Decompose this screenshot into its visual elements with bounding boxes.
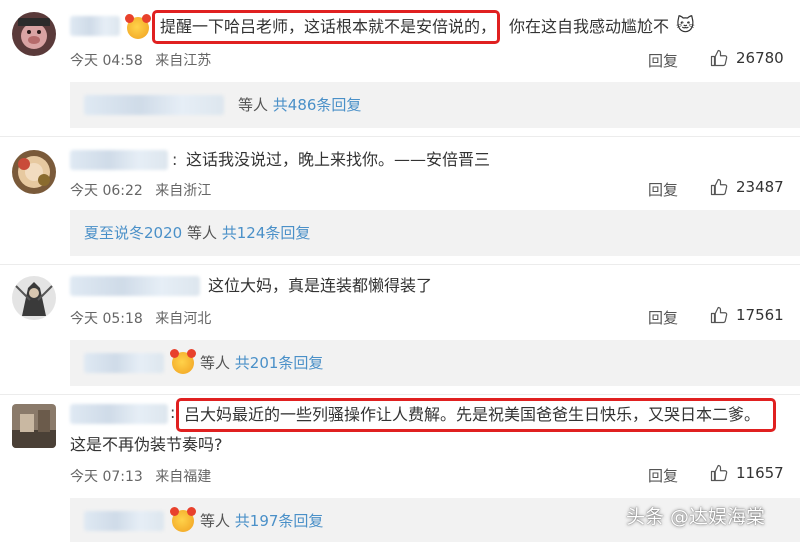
username-blurred: [84, 353, 164, 373]
comment-text-line2: 这是不再伪装节奏吗?: [70, 435, 223, 454]
replies-summary[interactable]: 等人 共486条回复: [70, 82, 800, 128]
username-blurred: [84, 95, 224, 115]
comment-time: 今天 05:18: [70, 311, 143, 327]
username-blurred[interactable]: [70, 16, 120, 36]
replies-others: 等人: [186, 224, 217, 242]
replies-summary[interactable]: 等人 共201条回复: [70, 340, 800, 386]
comment-meta: 今天 07:13 来自福建: [70, 466, 211, 486]
comment-text: 这话我没说过，晚上来找你。——安倍晋三: [186, 150, 491, 169]
reply-button[interactable]: 回复: [648, 465, 678, 486]
comment-text: 这位大妈，真是连装都懒得装了: [208, 276, 433, 295]
replies-count[interactable]: 共124条回复: [222, 224, 311, 242]
username-blurred: [84, 511, 164, 531]
replies-summary[interactable]: 夏至说冬2020 等人 共124条回复: [70, 210, 800, 256]
thumbs-up-icon: [710, 306, 728, 324]
comment-time: 今天 04:58: [70, 53, 143, 69]
like-count: 11657: [736, 464, 784, 482]
name-colon: :: [170, 403, 176, 422]
vip-badge-icon: [125, 14, 151, 39]
replies-others: 等人: [200, 512, 231, 530]
username-blurred[interactable]: [70, 150, 168, 170]
comment-text-highlighted: 提醒一下哈吕老师，这话根本就不是安倍说的，: [160, 17, 497, 36]
avatar[interactable]: [12, 276, 56, 320]
comment-location: 来自河北: [155, 311, 212, 327]
like-count: 26780: [736, 49, 784, 67]
divider: [0, 264, 800, 265]
replies-count[interactable]: 共486条回复: [273, 96, 362, 114]
replies-user[interactable]: 夏至说冬2020: [84, 224, 182, 242]
thumbs-up-icon: [710, 178, 728, 196]
comment-location: 来自浙江: [155, 183, 212, 199]
name-colon: :: [172, 150, 178, 169]
thumbs-up-icon: [710, 49, 728, 67]
vip-badge-icon: [170, 349, 196, 374]
comment-meta: 今天 04:58 来自江苏: [70, 50, 211, 70]
comment-time: 今天 06:22: [70, 183, 143, 199]
username-blurred[interactable]: [70, 276, 200, 296]
comment-meta: 今天 05:18 来自河北: [70, 308, 211, 328]
comment-time: 今天 07:13: [70, 469, 143, 485]
like-count: 17561: [736, 306, 784, 324]
comment-text: 你在这自我感动尴尬不: [509, 17, 670, 36]
like-count: 23487: [736, 178, 784, 196]
vip-badge-icon: [170, 507, 196, 532]
cat-emoji-icon: 🐱: [676, 15, 695, 36]
comment-location: 来自福建: [155, 469, 212, 485]
replies-others: 等人: [200, 354, 231, 372]
watermark: 头条 @达娱海棠: [626, 506, 766, 528]
replies-count[interactable]: 共197条回复: [235, 512, 324, 530]
reply-button[interactable]: 回复: [648, 50, 678, 71]
reply-button[interactable]: 回复: [648, 307, 678, 328]
reply-button[interactable]: 回复: [648, 179, 678, 200]
like-button[interactable]: 26780: [710, 49, 784, 67]
replies-others: 等人: [238, 96, 269, 114]
comment-location: 来自江苏: [155, 53, 212, 69]
like-button[interactable]: 17561: [710, 306, 784, 324]
divider: [0, 136, 800, 137]
replies-count[interactable]: 共201条回复: [235, 354, 324, 372]
thumbs-up-icon: [710, 464, 728, 482]
divider: [0, 394, 800, 395]
comment-meta: 今天 06:22 来自浙江: [70, 180, 211, 200]
comment-text-highlighted: 吕大妈最近的一些列骚操作让人费解。先是祝美国爸爸生日快乐，又哭日本二爹。: [184, 405, 761, 424]
like-button[interactable]: 11657: [710, 464, 784, 482]
avatar[interactable]: [12, 404, 56, 448]
username-blurred[interactable]: [70, 404, 168, 424]
like-button[interactable]: 23487: [710, 178, 784, 196]
avatar[interactable]: [12, 12, 56, 56]
avatar[interactable]: [12, 150, 56, 194]
